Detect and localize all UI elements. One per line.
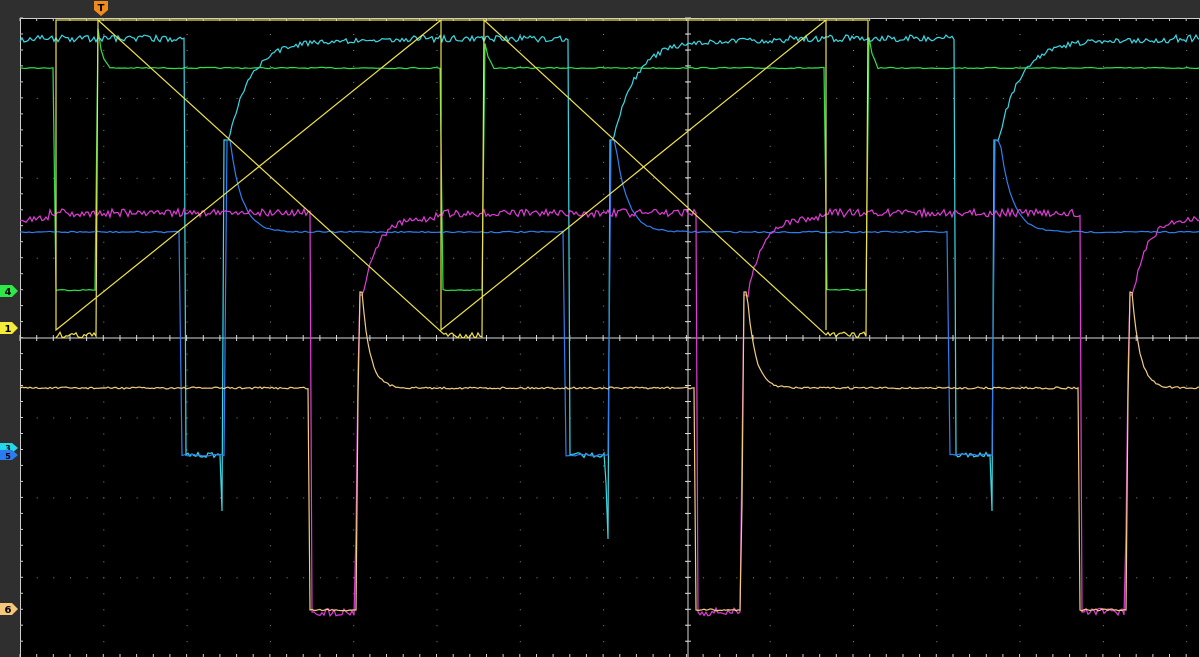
channel-4-label: 4 xyxy=(5,287,12,298)
channel-6-label: 6 xyxy=(5,605,12,616)
scope-display[interactable]: T 4 1 3 5 6 xyxy=(0,0,1200,657)
channel-1-marker[interactable]: 1 xyxy=(0,322,18,335)
channel-markers: 4 1 3 5 6 xyxy=(0,285,18,616)
trigger-marker[interactable]: T xyxy=(94,1,108,16)
oscilloscope-window: T 4 1 3 5 6 xyxy=(0,0,1200,657)
trigger-label: T xyxy=(98,3,105,14)
channel-4-marker[interactable]: 4 xyxy=(0,285,18,298)
channel-5-marker[interactable]: 5 xyxy=(0,450,18,461)
channel-5-label: 5 xyxy=(5,452,11,461)
channel-6-marker[interactable]: 6 xyxy=(0,603,18,616)
channel-1-label: 1 xyxy=(5,324,12,335)
